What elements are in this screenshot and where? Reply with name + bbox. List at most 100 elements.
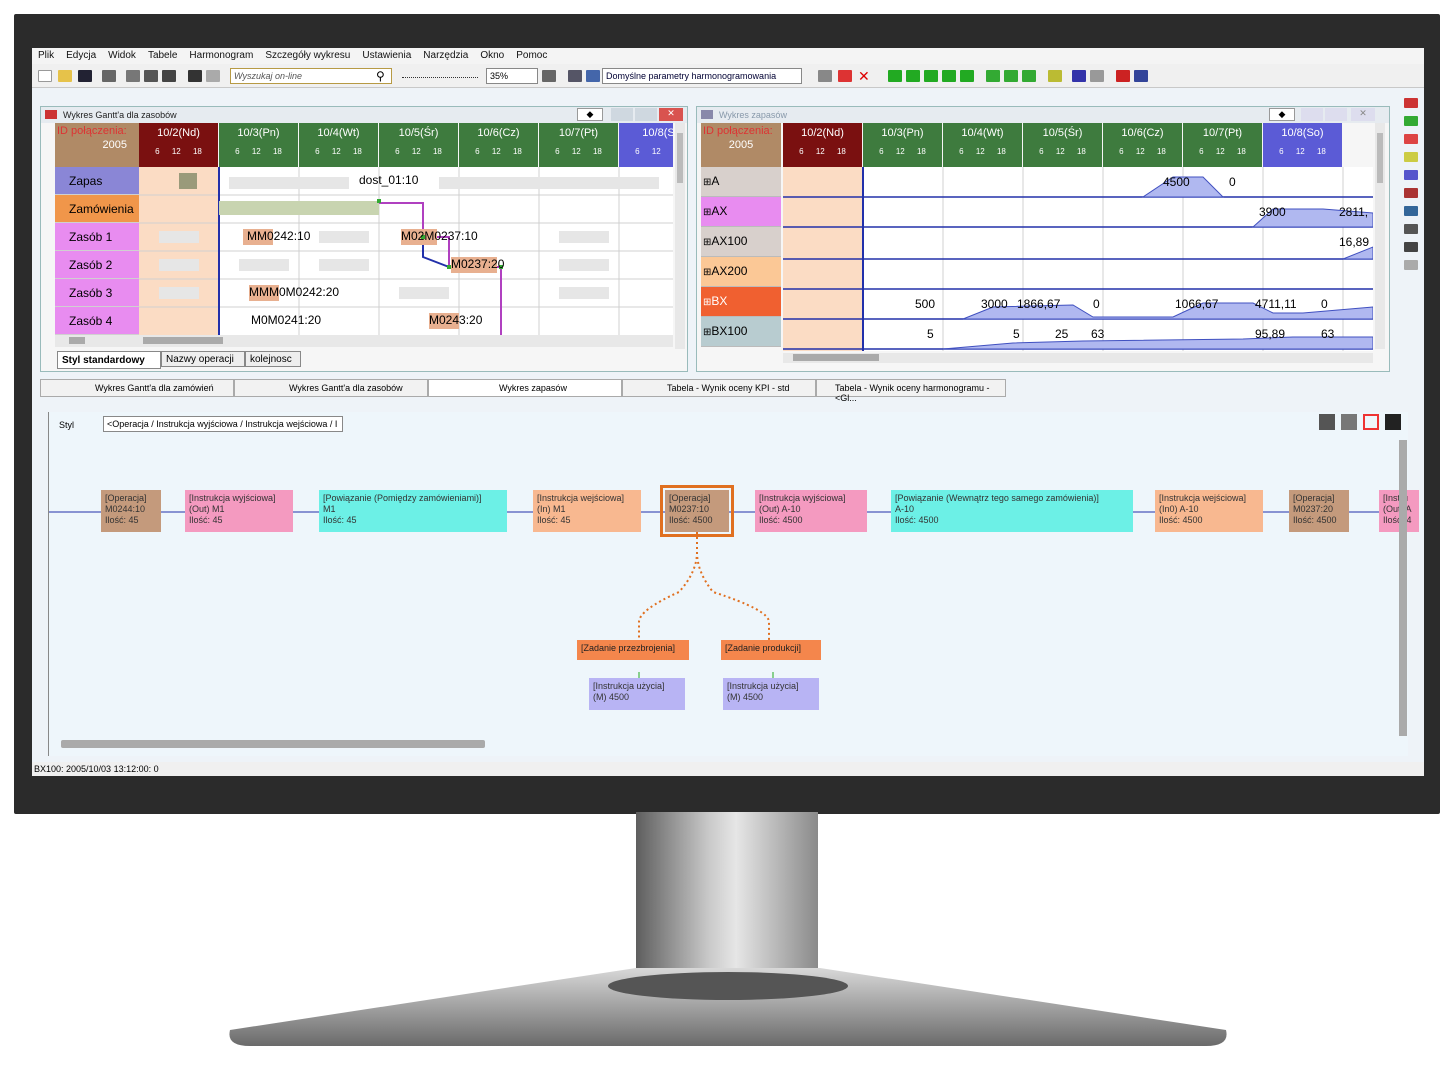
stock-row-2[interactable]: ⊞AX100 bbox=[701, 227, 781, 257]
cut-icon[interactable] bbox=[126, 70, 140, 82]
align8-icon[interactable] bbox=[1022, 70, 1036, 82]
bar-r3[interactable]: MMM0M0242:20 bbox=[249, 285, 339, 299]
chart2-icon[interactable] bbox=[1090, 70, 1104, 82]
flag2-icon[interactable] bbox=[1116, 70, 1130, 82]
zoom-slider[interactable] bbox=[402, 72, 478, 78]
stock-row-5[interactable]: ⊞BX100 bbox=[701, 317, 781, 347]
table-icon[interactable] bbox=[1134, 70, 1148, 82]
zoom-select[interactable]: 35% bbox=[486, 68, 538, 84]
doctab-kpi[interactable]: Tabela - Wynik oceny KPI - std bbox=[622, 379, 816, 397]
flow-subtask-1[interactable]: [Zadanie produkcji] bbox=[721, 640, 821, 660]
flow-style-select[interactable]: <Operacja / Instrukcja wyjściowa / Instr… bbox=[103, 416, 343, 432]
schedule-icon[interactable] bbox=[568, 70, 582, 82]
gantt-hscroll[interactable] bbox=[139, 335, 673, 347]
menu-tabele[interactable]: Tabele bbox=[142, 48, 183, 61]
tab-nazwy-operacji[interactable]: Nazwy operacji bbox=[161, 351, 245, 367]
gantt-vscroll[interactable] bbox=[675, 123, 685, 349]
doctab-schedule-score[interactable]: Tabela - Wynik oceny harmonogramu - <Gl.… bbox=[816, 379, 1006, 403]
menu-ustawienia[interactable]: Ustawienia bbox=[356, 48, 417, 61]
flow-node-2[interactable]: [Powiązanie (Pomiędzy zamówieniami)] M1 Il… bbox=[319, 490, 507, 532]
flow-usage-1[interactable]: [Instrukcja użycia] (M) 4500 bbox=[723, 678, 819, 710]
flow-node-6[interactable]: [Powiązanie (Wewnątrz tego samego zamówi… bbox=[891, 490, 1133, 532]
gantt-row-0[interactable]: Zapas bbox=[55, 167, 139, 195]
stock-icon[interactable] bbox=[1404, 188, 1418, 198]
fit-icon[interactable] bbox=[542, 70, 556, 82]
copy-icon[interactable] bbox=[144, 70, 158, 82]
tab-kolejnosc[interactable]: kolejnosc bbox=[245, 351, 301, 367]
maximize-button[interactable] bbox=[635, 108, 657, 121]
stock-vscroll[interactable] bbox=[1375, 123, 1385, 349]
expand-icon[interactable] bbox=[1341, 414, 1357, 430]
align7-icon[interactable] bbox=[1004, 70, 1018, 82]
pin-right-icon[interactable] bbox=[1385, 414, 1401, 430]
close-button[interactable]: ✕ bbox=[659, 108, 683, 121]
menu-pomoc[interactable]: Pomoc bbox=[510, 48, 553, 61]
flow-subtask-0[interactable]: [Zadanie przezbrojenia] bbox=[577, 640, 689, 660]
stock-close-button[interactable]: ✕ bbox=[1351, 108, 1375, 121]
gantt-row-2[interactable]: Zasób 1 bbox=[55, 223, 139, 251]
gantt-order-icon[interactable] bbox=[1404, 98, 1418, 108]
link-icon[interactable] bbox=[818, 70, 832, 82]
flow-node-4[interactable]: [Operacja] M0237:10 Ilość: 4500 bbox=[660, 485, 734, 537]
flow-usage-0[interactable]: [Instrukcja użycia] (M) 4500 bbox=[589, 678, 685, 710]
save-icon[interactable] bbox=[78, 70, 92, 82]
undo-icon[interactable] bbox=[188, 70, 202, 82]
align2-icon[interactable] bbox=[906, 70, 920, 82]
calendar-icon[interactable] bbox=[1404, 152, 1418, 162]
gantt-row-5[interactable]: Zasób 4 bbox=[55, 307, 139, 335]
gantt-row-1[interactable]: Zamówienia bbox=[55, 195, 139, 223]
bar-r4b[interactable]: M0243:20 bbox=[429, 313, 482, 327]
window-icon[interactable] bbox=[1404, 224, 1418, 234]
stock-row-0[interactable]: ⊞A bbox=[701, 167, 781, 197]
bar-r1b[interactable]: M02M0237:10 bbox=[401, 229, 478, 243]
menu-widok[interactable]: Widok bbox=[102, 48, 142, 61]
delete-icon[interactable]: ✕ bbox=[858, 68, 870, 85]
pin-icon[interactable]: ◆ bbox=[577, 108, 603, 121]
menu-narzedzia[interactable]: Narzędzia bbox=[417, 48, 474, 61]
zoom-out-icon[interactable] bbox=[1404, 260, 1418, 270]
align6-icon[interactable] bbox=[986, 70, 1000, 82]
open-icon[interactable] bbox=[58, 70, 72, 82]
menu-plik[interactable]: Plik bbox=[32, 48, 60, 61]
menu-edycja[interactable]: Edycja bbox=[60, 48, 102, 61]
align4-icon[interactable] bbox=[942, 70, 956, 82]
params-select[interactable]: Domyślne parametry harmonogramowania bbox=[602, 68, 802, 84]
align1-icon[interactable] bbox=[888, 70, 902, 82]
stock-row-1[interactable]: ⊞AX bbox=[701, 197, 781, 227]
align3-icon[interactable] bbox=[924, 70, 938, 82]
flow-vscroll[interactable] bbox=[1399, 440, 1407, 736]
stock-maximize-button[interactable] bbox=[1325, 108, 1347, 121]
doctab-stock[interactable]: Wykres zapasów bbox=[428, 379, 622, 397]
list-icon[interactable] bbox=[1404, 170, 1418, 180]
flow-node-8[interactable]: [Operacja] M0237:20 Ilość: 4500 bbox=[1289, 490, 1349, 532]
search-input[interactable]: Wyszukaj on-line bbox=[230, 68, 392, 84]
stock-hscroll[interactable] bbox=[783, 353, 1373, 363]
doctab-gantt-orders[interactable]: Wykres Gantt'a dla zamówień bbox=[40, 379, 234, 397]
bar-r2[interactable]: M0237:20 bbox=[451, 257, 504, 271]
flow-node-7[interactable]: [Instrukcja wejściowa] (In0) A-10 Ilość: 4… bbox=[1155, 490, 1263, 532]
new-icon[interactable] bbox=[38, 70, 52, 82]
bar-dost[interactable]: dost_01:10 bbox=[359, 173, 418, 187]
search-icon[interactable]: ⚲ bbox=[376, 69, 385, 83]
flow-node-3[interactable]: [Instrukcja wejściowa] (In) M1 Ilość: 45 bbox=[533, 490, 641, 532]
fit-view-icon[interactable] bbox=[1363, 414, 1379, 430]
flow-node-0[interactable]: [Operacja] M0244:10 Ilość: 45 bbox=[101, 490, 161, 532]
bar-r4a[interactable]: M0M0241:20 bbox=[251, 313, 321, 327]
collapse-icon[interactable] bbox=[1319, 414, 1335, 430]
chart-icon[interactable] bbox=[1072, 70, 1086, 82]
reschedule-icon[interactable] bbox=[586, 70, 600, 82]
align5-icon[interactable] bbox=[960, 70, 974, 82]
table2-icon[interactable] bbox=[1404, 206, 1418, 216]
flow-hscroll[interactable] bbox=[61, 740, 485, 748]
stock-row-4[interactable]: ⊞BX bbox=[701, 287, 781, 317]
flow-node-1[interactable]: [Instrukcja wyjściowa] (Out) M1 Ilość: 45 bbox=[185, 490, 293, 532]
flow-node-5[interactable]: [Instrukcja wyjściowa] (Out) A-10 Ilość: 4… bbox=[755, 490, 867, 532]
stock-row-3[interactable]: ⊞AX200 bbox=[701, 257, 781, 287]
redo-icon[interactable] bbox=[206, 70, 220, 82]
gantt-row-4[interactable]: Zasób 3 bbox=[55, 279, 139, 307]
gantt-label-hscroll[interactable] bbox=[55, 335, 139, 347]
bar-r1a[interactable]: MM0242:10 bbox=[247, 229, 310, 243]
gantt-row-3[interactable]: Zasób 2 bbox=[55, 251, 139, 279]
flag-icon[interactable] bbox=[838, 70, 852, 82]
paste-icon[interactable] bbox=[162, 70, 176, 82]
